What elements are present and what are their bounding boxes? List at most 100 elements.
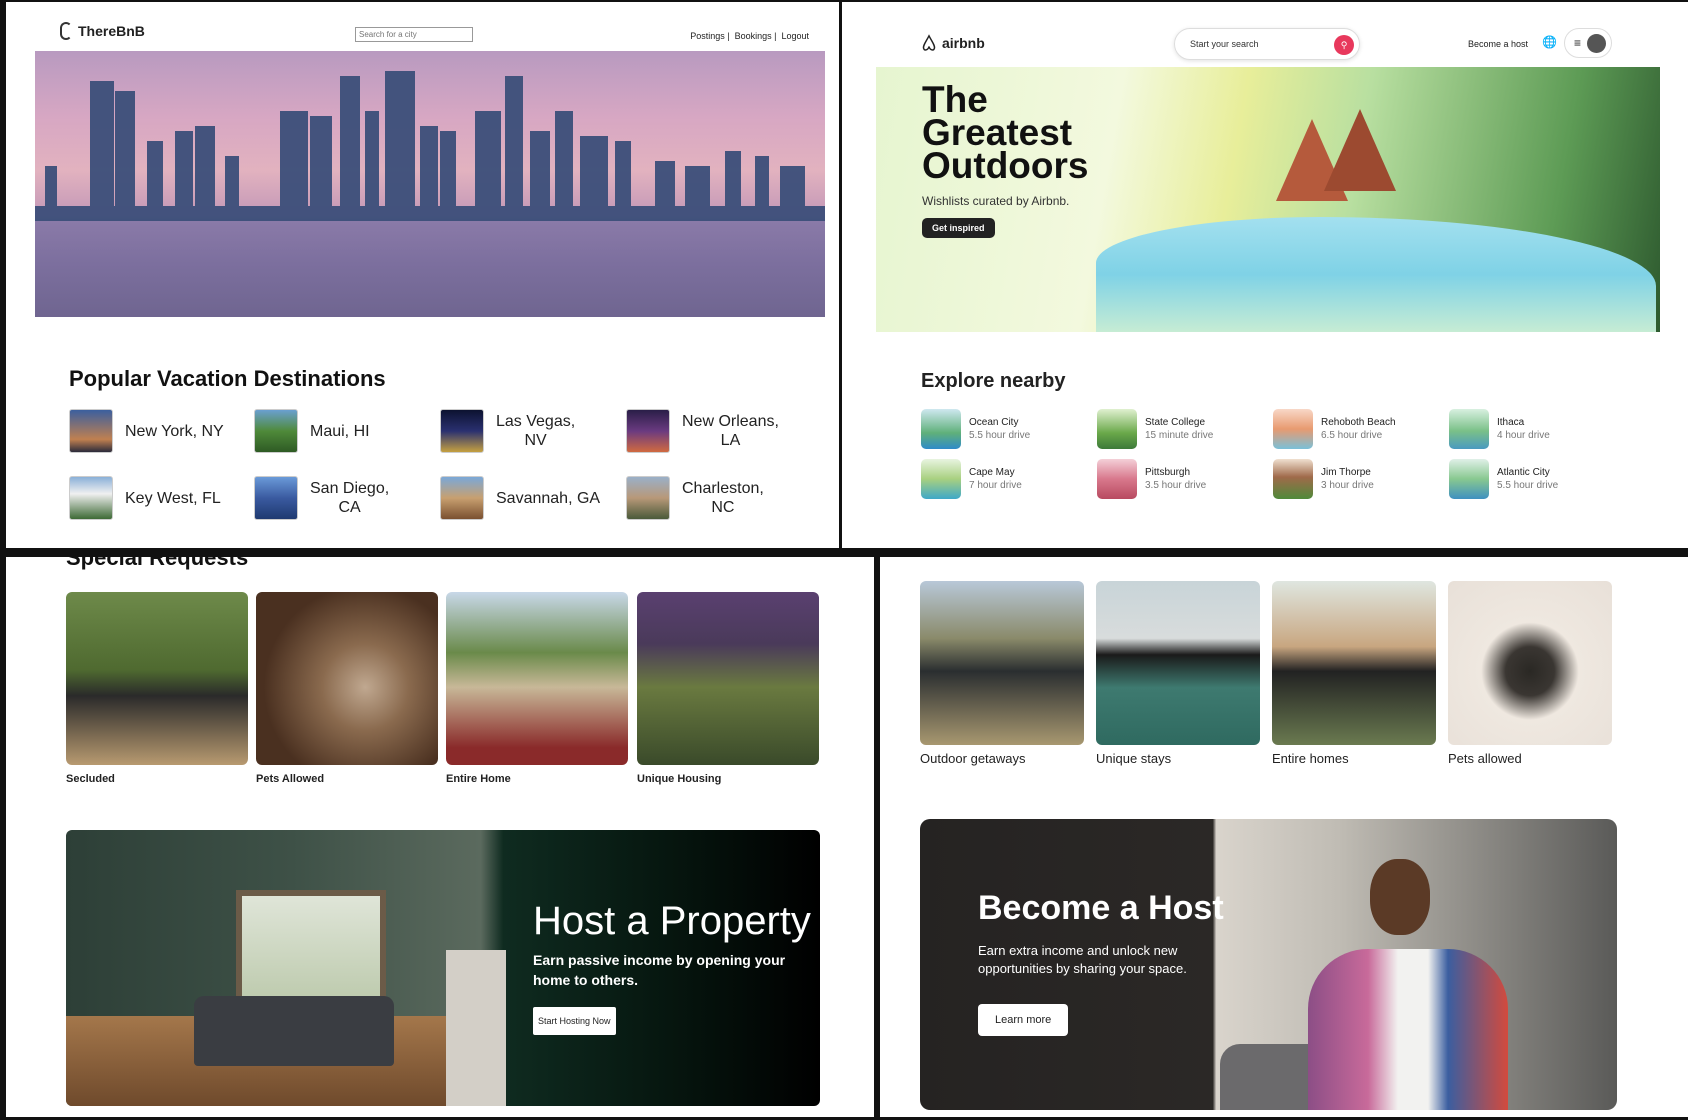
destination-card[interactable]: Key West, FL: [69, 476, 221, 520]
destination-thumbnail: [440, 476, 484, 520]
nearby-city: Cape May: [969, 467, 1015, 478]
city-search-input[interactable]: [355, 27, 473, 42]
nearby-item[interactable]: State College 15 minute drive: [1097, 409, 1213, 449]
therebnb-nav-links: Postings | Bookings | Logout: [690, 31, 809, 41]
nearby-thumbnail: [1097, 409, 1137, 449]
category-label: Pets allowed: [1448, 751, 1522, 766]
host-property-banner: Host a Property Earn passive income by o…: [66, 830, 820, 1106]
globe-icon[interactable]: 🌐: [1542, 35, 1557, 49]
destination-thumbnail: [69, 476, 113, 520]
request-image: [637, 592, 819, 765]
nearby-drive-time: 6.5 hour drive: [1321, 430, 1383, 441]
destination-name: New York, NY: [125, 422, 224, 440]
destination-thumbnail: [440, 409, 484, 453]
therebnb-top-panel: ThereBnB Postings | Bookings | Logout: [6, 2, 839, 548]
get-inspired-button[interactable]: Get inspired: [922, 218, 995, 238]
learn-more-button[interactable]: Learn more: [978, 1004, 1069, 1036]
category-image: [1272, 581, 1436, 745]
hamburger-icon: ≡: [1574, 36, 1582, 50]
nearby-thumbnail: [1449, 459, 1489, 499]
nearby-item[interactable]: Atlantic City 5.5 hour drive: [1449, 459, 1558, 499]
nearby-item[interactable]: Rehoboth Beach 6.5 hour drive: [1273, 409, 1396, 449]
nearby-drive-time: 5.5 hour drive: [1497, 480, 1559, 491]
nearby-item[interactable]: Ithaca 4 hour drive: [1449, 409, 1550, 449]
destination-card[interactable]: Maui, HI: [254, 409, 370, 453]
nearby-item[interactable]: Cape May 7 hour drive: [921, 459, 1022, 499]
category-label: Unique stays: [1096, 751, 1172, 766]
destination-thumbnail: [626, 476, 670, 520]
nav-logout[interactable]: Logout: [781, 31, 809, 41]
request-card[interactable]: Secluded: [66, 592, 248, 785]
hero-title: The Greatest Outdoors: [922, 79, 1089, 186]
category-card[interactable]: Outdoor getaways: [920, 581, 1084, 766]
user-menu-button[interactable]: ≡: [1564, 28, 1612, 58]
therebnb-logo[interactable]: ThereBnB: [60, 22, 145, 40]
skyline-silhouette: [35, 71, 825, 221]
request-image: [256, 592, 438, 765]
destination-card[interactable]: Savannah, GA: [440, 476, 600, 520]
airbnb-logo-icon: [922, 34, 936, 51]
destination-name: Charleston, NC: [682, 480, 764, 516]
therebnb-brand: ThereBnB: [78, 23, 145, 39]
nearby-city: Pittsburgh: [1145, 467, 1191, 478]
city-skyline-hero-image: [35, 51, 825, 317]
nearby-city: Ithaca: [1497, 417, 1525, 428]
airbnb-bottom-panel: Outdoor getaways Unique stays Entire hom…: [880, 557, 1688, 1117]
become-host-banner: Become a Host Earn extra income and unlo…: [920, 819, 1617, 1110]
destination-thumbnail: [254, 476, 298, 520]
nearby-drive-time: 4 hour drive: [1497, 430, 1550, 441]
destination-card[interactable]: New York, NY: [69, 409, 224, 453]
host-banner-text: Earn passive income by opening your home…: [533, 952, 786, 988]
become-host-link[interactable]: Become a host: [1468, 39, 1528, 49]
destination-card[interactable]: New Orleans, LA: [626, 409, 779, 453]
room-sofa: [194, 996, 394, 1066]
nearby-thumbnail: [1273, 459, 1313, 499]
category-card[interactable]: Pets allowed: [1448, 581, 1612, 766]
airbnb-top-panel: airbnb Start your search ⚲ Become a host…: [842, 2, 1688, 548]
nearby-city: Jim Thorpe: [1321, 467, 1371, 478]
destination-card[interactable]: Charleston, NC: [626, 476, 764, 520]
category-label: Outdoor getaways: [920, 751, 1026, 766]
airbnb-search-bar[interactable]: Start your search ⚲: [1174, 28, 1360, 60]
destination-name: Savannah, GA: [496, 489, 601, 507]
search-icon[interactable]: ⚲: [1334, 35, 1354, 55]
nearby-item[interactable]: Jim Thorpe 3 hour drive: [1273, 459, 1374, 499]
explore-nearby-title: Explore nearby: [921, 370, 1066, 392]
nearby-thumbnail: [1097, 459, 1137, 499]
hero-subtitle: Wishlists curated by Airbnb.: [922, 194, 1070, 208]
destination-card[interactable]: Las Vegas, NV: [440, 409, 575, 453]
request-label: Secluded: [66, 773, 115, 785]
nearby-drive-time: 5.5 hour drive: [969, 430, 1031, 441]
request-label: Entire Home: [446, 773, 511, 785]
category-card[interactable]: Entire homes: [1272, 581, 1436, 766]
category-image: [920, 581, 1084, 745]
airbnb-logo[interactable]: airbnb: [920, 34, 985, 52]
room-fireplace: [446, 950, 506, 1106]
nav-bookings[interactable]: Bookings |: [735, 31, 777, 41]
request-card[interactable]: Entire Home: [446, 592, 628, 785]
nav-postings[interactable]: Postings |: [690, 31, 729, 41]
request-label: Unique Housing: [637, 773, 722, 785]
request-card[interactable]: Unique Housing: [637, 592, 819, 785]
start-hosting-button[interactable]: Start Hosting Now: [533, 1007, 616, 1035]
request-card[interactable]: Pets Allowed: [256, 592, 438, 785]
nearby-city: State College: [1145, 417, 1206, 428]
category-card[interactable]: Unique stays: [1096, 581, 1260, 766]
destination-name: San Diego, CA: [310, 480, 390, 516]
category-image: [1096, 581, 1260, 745]
nearby-item[interactable]: Ocean City 5.5 hour drive: [921, 409, 1030, 449]
host-banner-title: Host a Property: [533, 899, 811, 943]
destination-name: Maui, HI: [310, 422, 370, 440]
destination-name: Las Vegas, NV: [496, 413, 576, 449]
host-person-photo: [1300, 859, 1508, 1110]
destination-thumbnail: [69, 409, 113, 453]
destination-card[interactable]: San Diego, CA: [254, 476, 389, 520]
request-image: [66, 592, 248, 765]
airbnb-brand: airbnb: [942, 35, 985, 51]
person-head: [1370, 859, 1430, 935]
nearby-thumbnail: [921, 459, 961, 499]
destination-name: New Orleans, LA: [682, 413, 779, 449]
nearby-item[interactable]: Pittsburgh 3.5 hour drive: [1097, 459, 1206, 499]
popular-destinations-title: Popular Vacation Destinations: [69, 366, 386, 391]
person-jacket: [1308, 949, 1508, 1110]
